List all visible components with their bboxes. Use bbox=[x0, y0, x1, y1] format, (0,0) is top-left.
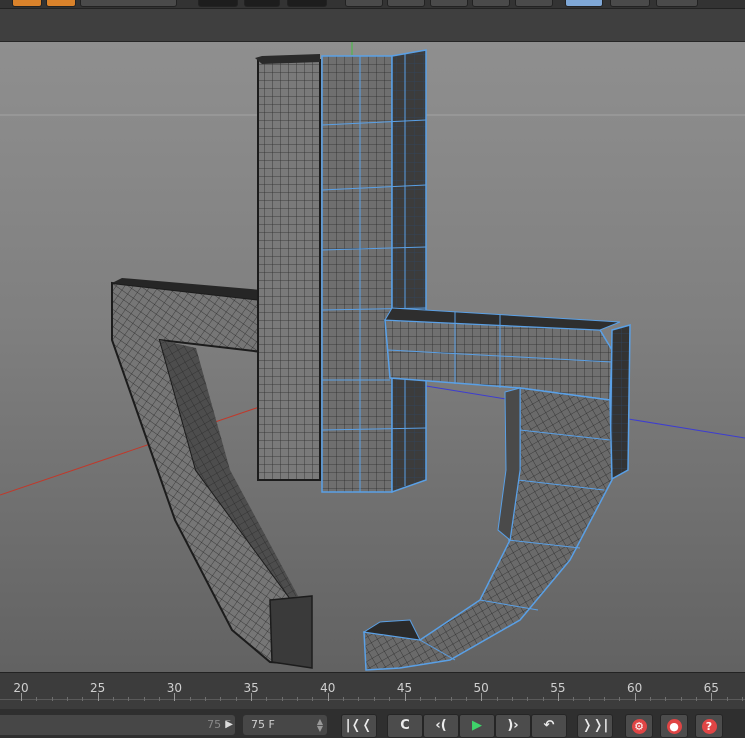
toolbar-button[interactable] bbox=[472, 0, 510, 7]
timeline-major-tick bbox=[21, 693, 22, 701]
step-forward-button[interactable]: )› bbox=[495, 714, 531, 738]
timeline-major-tick bbox=[97, 693, 99, 701]
timeline-minor-tick bbox=[542, 697, 544, 701]
timeline-minor-tick bbox=[205, 697, 207, 701]
render-icon[interactable] bbox=[12, 0, 42, 7]
viewport-menubar bbox=[0, 9, 745, 42]
top-toolbar bbox=[0, 0, 745, 9]
timeline-minor-tick bbox=[389, 697, 391, 701]
timeline-minor-tick bbox=[373, 697, 375, 701]
timeline-minor-tick bbox=[450, 697, 452, 701]
toolbar-button[interactable] bbox=[515, 0, 553, 7]
timeline-minor-tick bbox=[143, 697, 145, 701]
toolbar-button[interactable] bbox=[610, 0, 650, 7]
viewport[interactable] bbox=[0, 42, 745, 672]
timeline-minor-tick bbox=[358, 697, 360, 701]
timeline-minor-tick bbox=[695, 697, 697, 701]
toolbar-button[interactable] bbox=[244, 0, 280, 7]
next-key-button[interactable]: ↶ bbox=[531, 714, 567, 738]
toolbar-button-active[interactable] bbox=[565, 0, 603, 7]
timeline-minor-tick bbox=[159, 697, 161, 701]
timeline-minor-tick bbox=[649, 697, 651, 701]
timeline-minor-tick bbox=[680, 697, 682, 701]
step-back-button[interactable]: ‹( bbox=[423, 714, 459, 738]
goto-end-icon: ❭❭| bbox=[581, 718, 609, 733]
timeline-minor-tick bbox=[343, 697, 345, 701]
timeline-minor-tick bbox=[665, 697, 667, 701]
timeline-minor-tick bbox=[82, 697, 84, 701]
timeline-minor-tick bbox=[741, 697, 743, 701]
timeline-minor-tick bbox=[603, 697, 605, 701]
current-frame-value: 75 F bbox=[251, 718, 275, 731]
timeline-minor-tick bbox=[619, 697, 621, 701]
spinner-icon[interactable]: ▲ ▼ bbox=[317, 718, 323, 733]
timeline-minor-tick bbox=[51, 697, 53, 701]
timeline-minor-tick bbox=[527, 697, 529, 701]
timeline-minor-tick bbox=[189, 697, 191, 701]
toolbar-button[interactable] bbox=[287, 0, 327, 7]
timeline-minor-tick bbox=[266, 697, 268, 701]
timeline-minor-tick bbox=[281, 697, 283, 701]
timeline-major-tick bbox=[481, 693, 483, 701]
auto-key-button[interactable]: ● bbox=[660, 714, 688, 738]
timeline-major-tick bbox=[404, 693, 406, 701]
timeline-minor-tick bbox=[573, 697, 575, 701]
timeline-major-tick bbox=[557, 693, 559, 701]
toolbar-button[interactable] bbox=[656, 0, 698, 7]
timeline-minor-tick bbox=[511, 697, 513, 701]
current-frame-field[interactable]: 75 F ▲ ▼ bbox=[243, 715, 327, 735]
help-button[interactable]: ? bbox=[695, 714, 723, 738]
timeline-minor-tick bbox=[36, 697, 38, 701]
play-icon: ▶ bbox=[472, 718, 482, 733]
timeline-minor-tick bbox=[312, 697, 314, 701]
render-view-icon[interactable] bbox=[46, 0, 76, 7]
toolbar-button[interactable] bbox=[198, 0, 238, 7]
toolbar-button[interactable] bbox=[387, 0, 425, 7]
goto-start-button[interactable]: |❬❬ bbox=[341, 714, 377, 738]
timeline-minor-tick bbox=[465, 697, 467, 701]
timeline-minor-tick bbox=[435, 697, 437, 701]
help-icon: ? bbox=[701, 719, 717, 734]
play-button[interactable]: ▶ bbox=[459, 714, 495, 738]
step-forward-icon: )› bbox=[507, 718, 519, 733]
timeline-minor-tick bbox=[419, 697, 421, 701]
timeline-minor-tick bbox=[235, 697, 237, 701]
prev-key-icon: C bbox=[400, 718, 410, 733]
auto-key-icon: ● bbox=[666, 719, 682, 734]
ruler-baseline bbox=[0, 699, 745, 700]
timeline-major-tick bbox=[327, 693, 329, 701]
toolbar-button[interactable] bbox=[80, 0, 177, 7]
timeline-minor-tick bbox=[588, 697, 590, 701]
preview-range-slider[interactable]: 75 F ▶ bbox=[0, 715, 235, 735]
timeline-minor-tick bbox=[496, 697, 498, 701]
timeline-minor-tick bbox=[113, 697, 115, 701]
left-glyph-mesh[interactable] bbox=[111, 54, 321, 669]
toolbar-button[interactable] bbox=[430, 0, 468, 7]
goto-end-button[interactable]: ❭❭| bbox=[577, 714, 613, 738]
playback-controls: 75 F ▶ 75 F ▲ ▼ |❬❬ C ‹( ▶ )› ↶ ❭❭| ⚙ ● ? bbox=[0, 709, 745, 738]
timeline-major-tick bbox=[174, 693, 176, 701]
timeline-minor-tick bbox=[220, 697, 222, 701]
step-back-icon: ‹( bbox=[435, 718, 447, 733]
goto-start-icon: |❬❬ bbox=[345, 718, 373, 733]
next-key-icon: ↶ bbox=[543, 718, 555, 733]
right-glyph-mesh-selected[interactable] bbox=[321, 49, 631, 671]
toolbar-button[interactable] bbox=[345, 0, 383, 7]
record-key-icon: ⚙ bbox=[631, 719, 647, 734]
timeline-minor-tick bbox=[726, 697, 728, 701]
timeline-minor-tick bbox=[128, 697, 130, 701]
timeline-major-tick bbox=[711, 693, 713, 701]
timeline-minor-tick bbox=[67, 697, 69, 701]
timeline-major-tick bbox=[251, 693, 253, 701]
record-key-button[interactable]: ⚙ bbox=[625, 714, 653, 738]
timeline-major-tick bbox=[634, 693, 636, 701]
timeline-minor-tick bbox=[297, 697, 299, 701]
timeline-ruler[interactable]: 20 25 30 35 40 45 50 55 60 65 bbox=[0, 672, 745, 709]
prev-key-button[interactable]: C bbox=[387, 714, 423, 738]
range-handle-icon[interactable]: ▶ bbox=[225, 715, 237, 735]
